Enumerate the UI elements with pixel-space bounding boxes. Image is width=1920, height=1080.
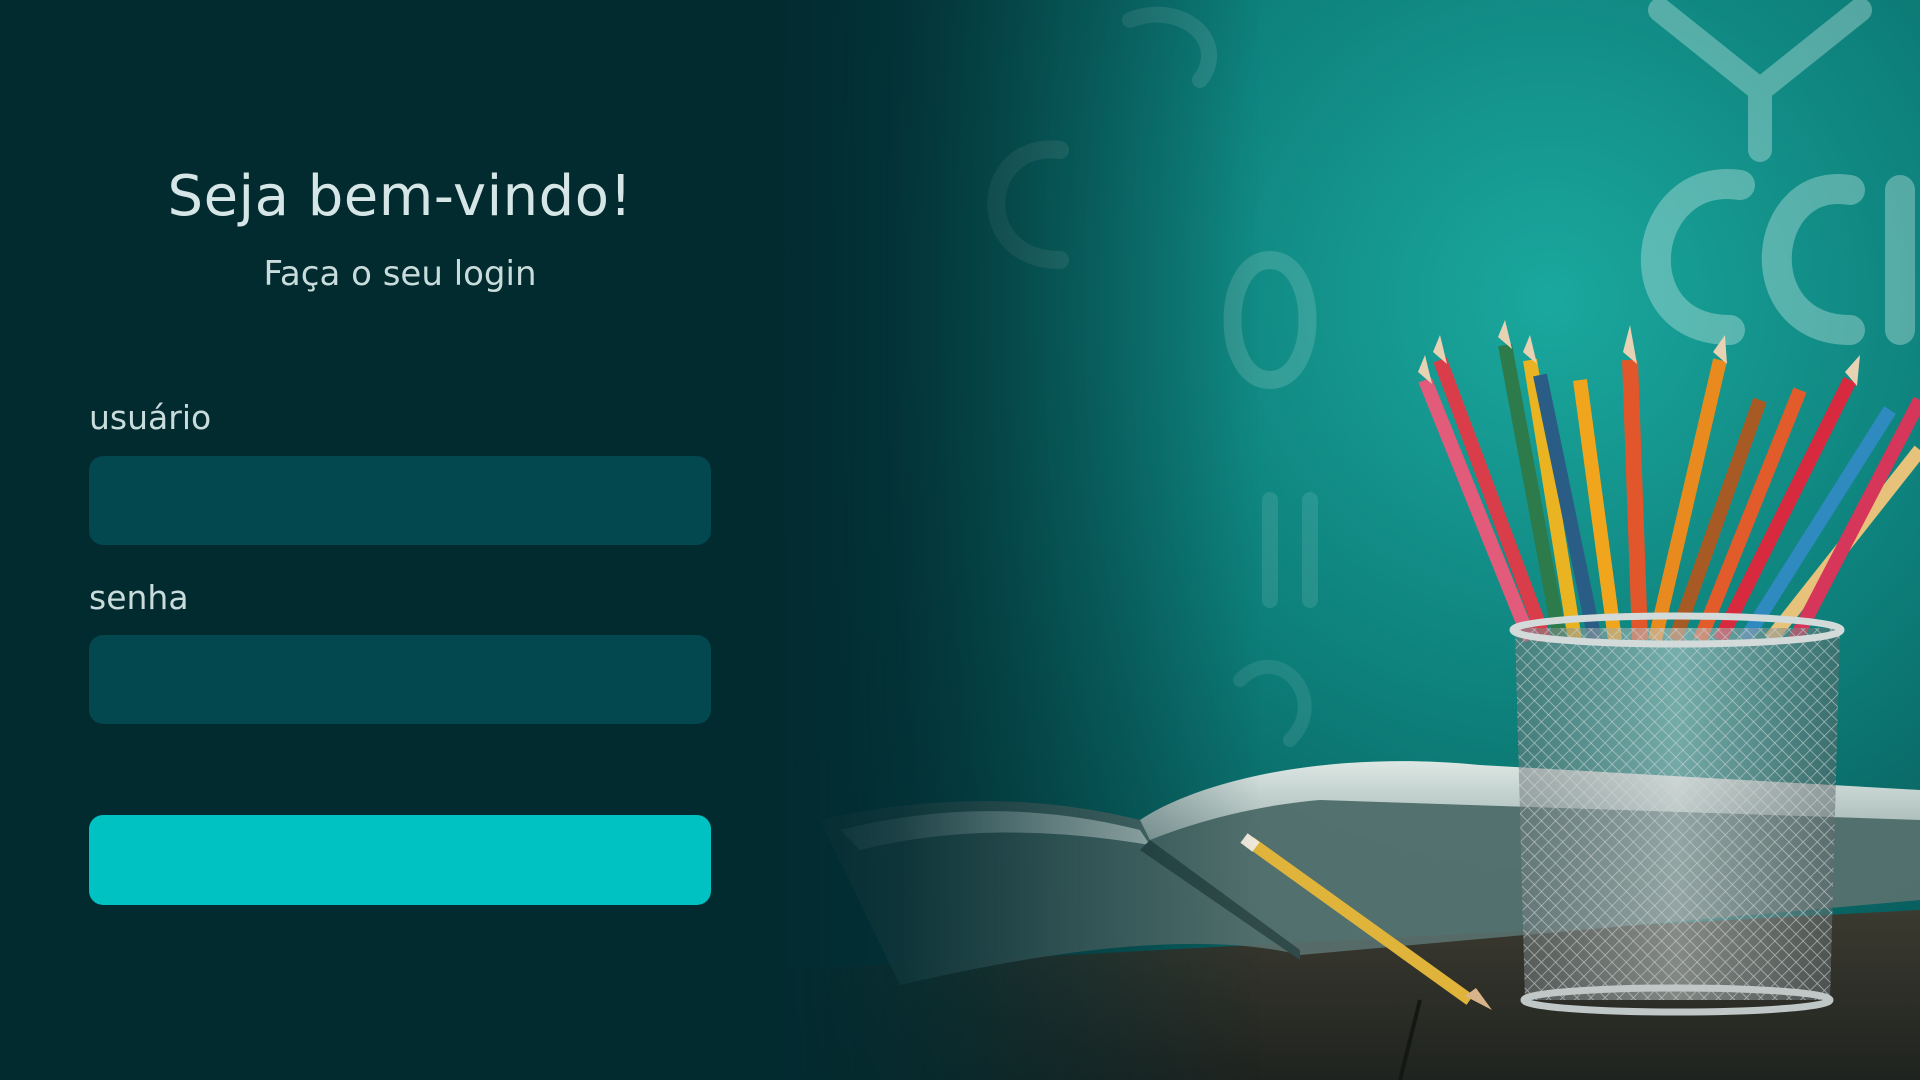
login-panel: Seja bem-vindo! Faça o seu login usuário… bbox=[0, 0, 800, 1080]
welcome-title: Seja bem-vindo! bbox=[167, 164, 633, 229]
login-subtitle: Faça o seu login bbox=[263, 254, 537, 294]
username-label: usuário bbox=[89, 398, 212, 437]
password-label: senha bbox=[89, 578, 189, 617]
login-screen: Seja bem-vindo! Faça o seu login usuário… bbox=[0, 0, 1920, 1080]
username-input[interactable] bbox=[89, 456, 711, 545]
pencil-cup bbox=[1509, 612, 1845, 1016]
password-input[interactable] bbox=[89, 635, 711, 724]
login-button[interactable] bbox=[89, 815, 711, 905]
